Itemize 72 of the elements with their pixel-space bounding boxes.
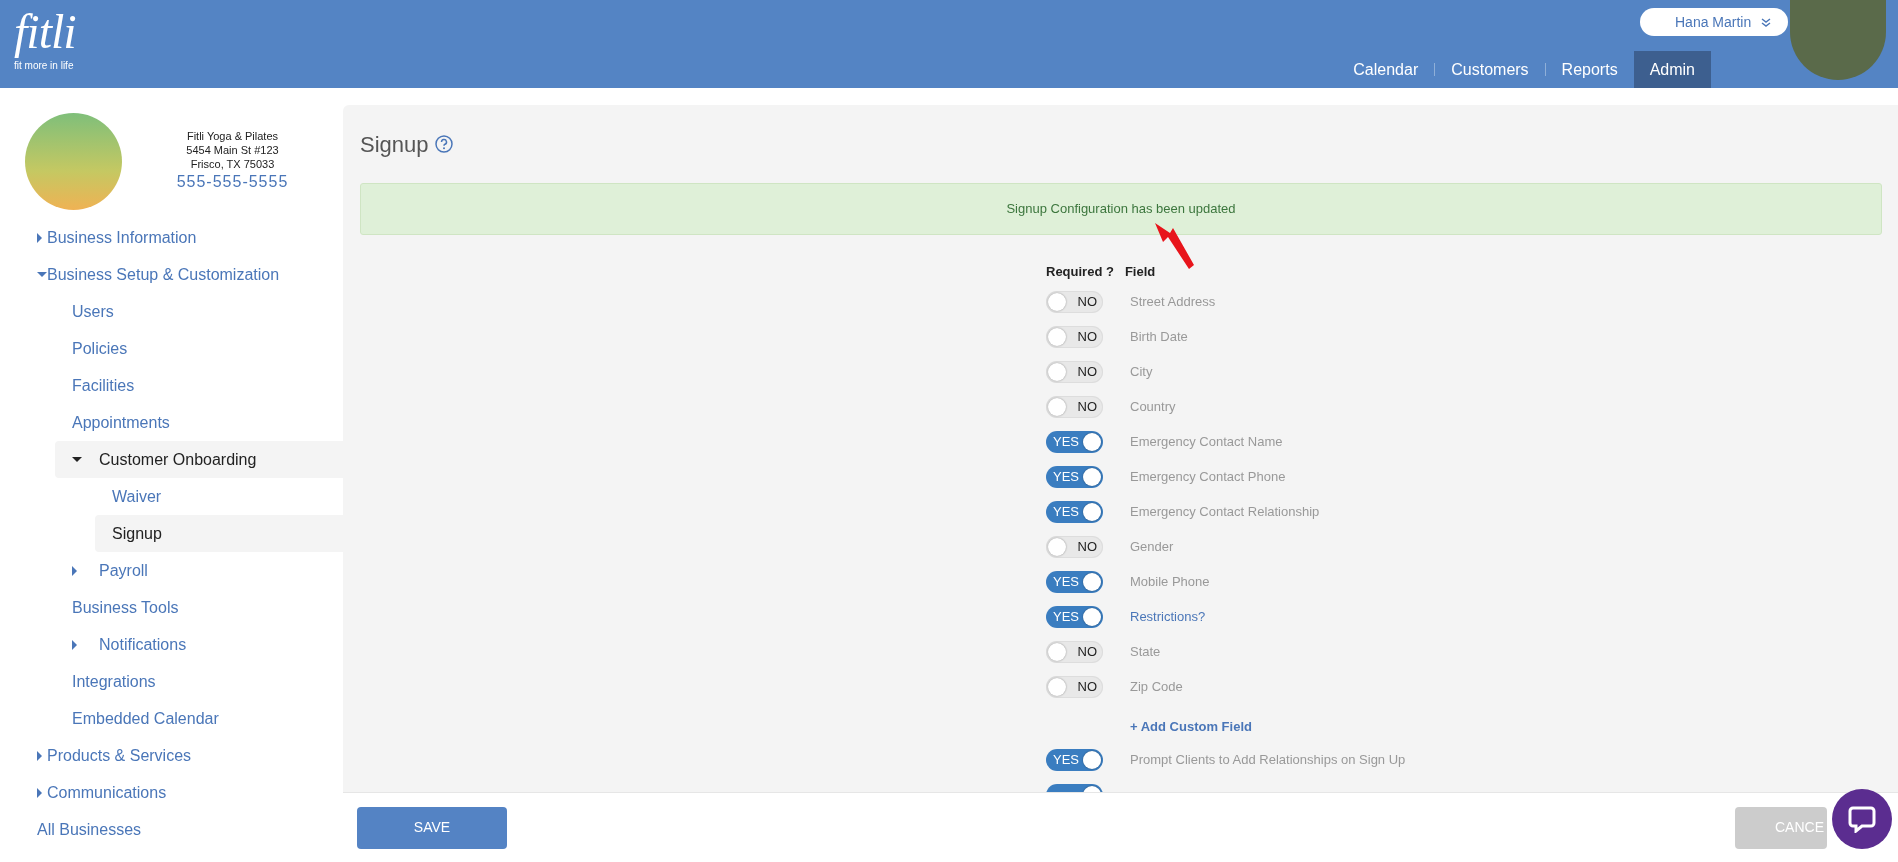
toggle-switch[interactable]: NO	[1046, 325, 1103, 348]
sidebar-item[interactable]: Waiver	[95, 478, 343, 515]
business-name: Fitli Yoga & Pilates	[186, 130, 279, 142]
logo-wordmark: fitli	[14, 4, 80, 60]
toggle-switch[interactable]: NO	[1046, 640, 1103, 663]
toggle-switch[interactable]: YES	[1046, 748, 1103, 771]
sidebar-item[interactable]: Policies	[55, 330, 343, 367]
nav-tab[interactable]: Reports	[1545, 51, 1634, 88]
chat-button[interactable]	[1832, 789, 1892, 849]
toggle-switch[interactable]: NO	[1046, 360, 1103, 383]
help-icon[interactable]	[434, 135, 453, 153]
caret-down-icon	[37, 272, 47, 277]
field-label: Street Address	[1130, 292, 1216, 311]
page-title: Signup	[360, 130, 429, 159]
field-label: Mobile Phone	[1130, 572, 1210, 591]
field-link[interactable]: Restrictions?	[1130, 606, 1206, 627]
field-label: Birth Date	[1130, 327, 1188, 346]
sidebar-item[interactable]: Business Setup & Customization	[15, 256, 343, 293]
column-header: Field	[1124, 263, 1156, 282]
logo-tagline: fit more in life	[14, 60, 74, 71]
field-label: City	[1130, 362, 1153, 381]
caret-right-icon	[72, 565, 77, 576]
user-menu-button[interactable]: Hana Martin	[1640, 8, 1788, 36]
toggle-switch[interactable]: NO	[1046, 290, 1103, 313]
field-label: Emergency Contact Name	[1130, 432, 1283, 451]
sidebar-item[interactable]: Appointments	[55, 404, 343, 441]
field-label: Emergency Contact Phone	[1130, 467, 1286, 486]
field-label: Emergency Contact Relationship	[1130, 502, 1320, 521]
sidebar-item[interactable]: All Businesses	[15, 811, 343, 848]
caret-down-icon	[72, 457, 82, 462]
field-label: Zip Code	[1130, 677, 1183, 696]
pointer-arrow-icon	[1153, 221, 1195, 271]
sidebar-item[interactable]: Customer Onboarding	[55, 441, 343, 478]
sidebar-item[interactable]: Embedded Calendar	[55, 700, 343, 737]
caret-right-icon	[37, 232, 42, 243]
sidebar-item[interactable]: Users	[55, 293, 343, 330]
speech-bubble-icon	[1848, 805, 1876, 833]
field-label: Gender	[1130, 537, 1174, 556]
nav-tab[interactable]: Customers	[1435, 51, 1545, 88]
toggle-switch[interactable]: NO	[1046, 675, 1103, 698]
sidebar-item[interactable]: Integrations	[55, 663, 343, 700]
address-line: Frisco, TX 75033	[190, 158, 275, 170]
toggle-switch[interactable]: YES	[1046, 430, 1103, 453]
toggle-switch[interactable]: NO	[1046, 535, 1103, 558]
sidebar-item[interactable]: Facilities	[55, 367, 343, 404]
caret-right-icon	[37, 750, 42, 761]
add-custom-field-link[interactable]: + Add Custom Field	[1130, 716, 1252, 736]
caret-right-icon	[37, 787, 42, 798]
nav-tab[interactable]: Admin	[1633, 51, 1711, 88]
sidebar-item[interactable]: Business Information	[15, 219, 343, 256]
field-label: Country	[1130, 397, 1176, 416]
toggle-switch[interactable]: YES	[1046, 605, 1103, 628]
sidebar-item[interactable]: Communications	[15, 774, 343, 811]
sidebar-item[interactable]: Signup	[95, 515, 343, 552]
nav-tab[interactable]: Calendar	[1337, 51, 1435, 88]
sidebar-item[interactable]: Payroll	[55, 552, 343, 589]
business-phone: 555-555-5555	[176, 173, 289, 190]
toggle-switch[interactable]: YES	[1046, 500, 1103, 523]
address-line: 5454 Main St #123	[186, 144, 279, 156]
sidebar-item[interactable]: Business Tools	[55, 589, 343, 626]
field-label: Prompt Clients to Add Relationships on Sign Up	[1130, 750, 1406, 769]
success-alert: Signup Configuration has been updated	[360, 183, 1882, 235]
sidebar-item[interactable]: Products & Services	[15, 737, 343, 774]
save-button[interactable]: SAVE	[357, 806, 507, 849]
chevron-down-icon	[1761, 17, 1772, 27]
sidebar-item[interactable]: Notifications	[55, 626, 343, 663]
column-header: Required ?	[1046, 263, 1114, 282]
toggle-switch[interactable]: YES	[1046, 465, 1103, 488]
caret-right-icon	[72, 639, 77, 650]
field-label: State	[1130, 642, 1161, 661]
toggle-switch[interactable]: NO	[1046, 395, 1103, 418]
toggle-switch[interactable]: YES	[1046, 570, 1103, 593]
